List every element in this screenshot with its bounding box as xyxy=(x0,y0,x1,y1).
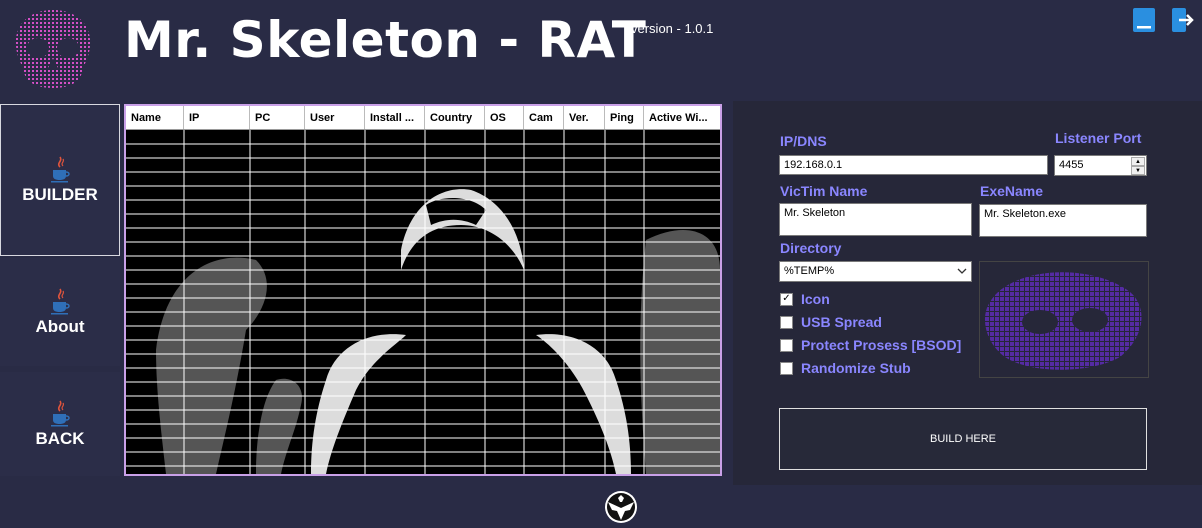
col-header-cam[interactable]: Cam xyxy=(524,106,564,129)
option-protect-process[interactable]: Protect Prosess [BSOD] xyxy=(780,337,961,353)
col-header-os[interactable]: OS xyxy=(485,106,524,129)
option-protect-process-checkbox[interactable] xyxy=(780,338,793,352)
nav-back-label: BACK xyxy=(35,429,85,448)
directory-value: %TEMP% xyxy=(784,265,835,277)
option-randomize-stub-checkbox[interactable] xyxy=(780,361,793,375)
grid-background-art xyxy=(126,130,720,474)
exe-name-label: ExeName xyxy=(980,183,1044,199)
col-header-ip[interactable]: IP xyxy=(184,106,250,129)
icon-preview[interactable] xyxy=(979,261,1149,378)
victim-name-input[interactable]: Mr. Skeleton xyxy=(779,203,972,236)
shield-eagle-icon xyxy=(605,491,637,523)
nav-builder-button[interactable]: BUILDER xyxy=(0,104,120,256)
nav-back-button[interactable]: BACK xyxy=(0,372,120,476)
option-icon-label: Icon xyxy=(801,291,830,307)
skull-preview-icon xyxy=(985,272,1142,370)
option-usb-spread-checkbox[interactable] xyxy=(780,315,793,329)
listener-port-stepper[interactable]: 4455 ▲ ▼ xyxy=(1054,155,1147,176)
java-icon xyxy=(51,288,70,315)
ip-dns-label: IP/DNS xyxy=(780,133,827,149)
nav-builder-label: BUILDER xyxy=(22,185,98,204)
java-icon xyxy=(51,400,70,427)
option-usb-spread[interactable]: USB Spread xyxy=(780,314,882,330)
port-spinner[interactable]: ▲ ▼ xyxy=(1131,157,1145,175)
nav-about-button[interactable]: About xyxy=(0,258,120,366)
option-randomize-stub[interactable]: Randomize Stub xyxy=(780,360,911,376)
exit-icon[interactable] xyxy=(1172,8,1194,32)
option-icon[interactable]: ✓ Icon xyxy=(780,291,830,307)
exe-name-input[interactable]: Mr. Skeleton.exe xyxy=(979,204,1147,237)
chevron-down-icon xyxy=(957,268,967,274)
victim-name-label: VicTim Name xyxy=(780,183,868,199)
version-label: version - 1.0.1 xyxy=(631,21,714,36)
col-header-active-window[interactable]: Active Wi... xyxy=(644,106,720,129)
spin-down-icon[interactable]: ▼ xyxy=(1131,166,1145,175)
listener-port-value: 4455 xyxy=(1059,159,1084,171)
option-randomize-stub-label: Randomize Stub xyxy=(801,360,911,376)
build-button[interactable]: BUILD HERE xyxy=(779,408,1147,470)
col-header-ver[interactable]: Ver. xyxy=(564,106,605,129)
col-header-name[interactable]: Name xyxy=(126,106,184,129)
listener-port-label: Listener Port xyxy=(1055,130,1142,146)
option-protect-process-label: Protect Prosess [BSOD] xyxy=(801,337,962,353)
clients-grid[interactable]: Name IP PC User Install ... Country OS C… xyxy=(124,104,722,476)
option-icon-checkbox[interactable]: ✓ xyxy=(780,292,793,306)
directory-select[interactable]: %TEMP% xyxy=(779,261,972,282)
col-header-user[interactable]: User xyxy=(305,106,365,129)
ip-dns-input[interactable]: 192.168.0.1 xyxy=(779,155,1048,175)
app-title: Mr. Skeleton - RAT xyxy=(124,11,647,69)
col-header-ping[interactable]: Ping xyxy=(605,106,644,129)
spin-up-icon[interactable]: ▲ xyxy=(1131,157,1145,166)
nav-about-label: About xyxy=(35,317,85,336)
directory-label: Directory xyxy=(780,240,842,256)
col-header-country[interactable]: Country xyxy=(425,106,485,129)
java-icon xyxy=(51,156,70,183)
minimize-icon[interactable] xyxy=(1133,8,1155,32)
option-usb-spread-label: USB Spread xyxy=(801,314,882,330)
skull-logo-icon xyxy=(15,10,91,88)
col-header-pc[interactable]: PC xyxy=(250,106,305,129)
grid-header: Name IP PC User Install ... Country OS C… xyxy=(126,106,720,130)
col-header-install[interactable]: Install ... xyxy=(365,106,425,129)
